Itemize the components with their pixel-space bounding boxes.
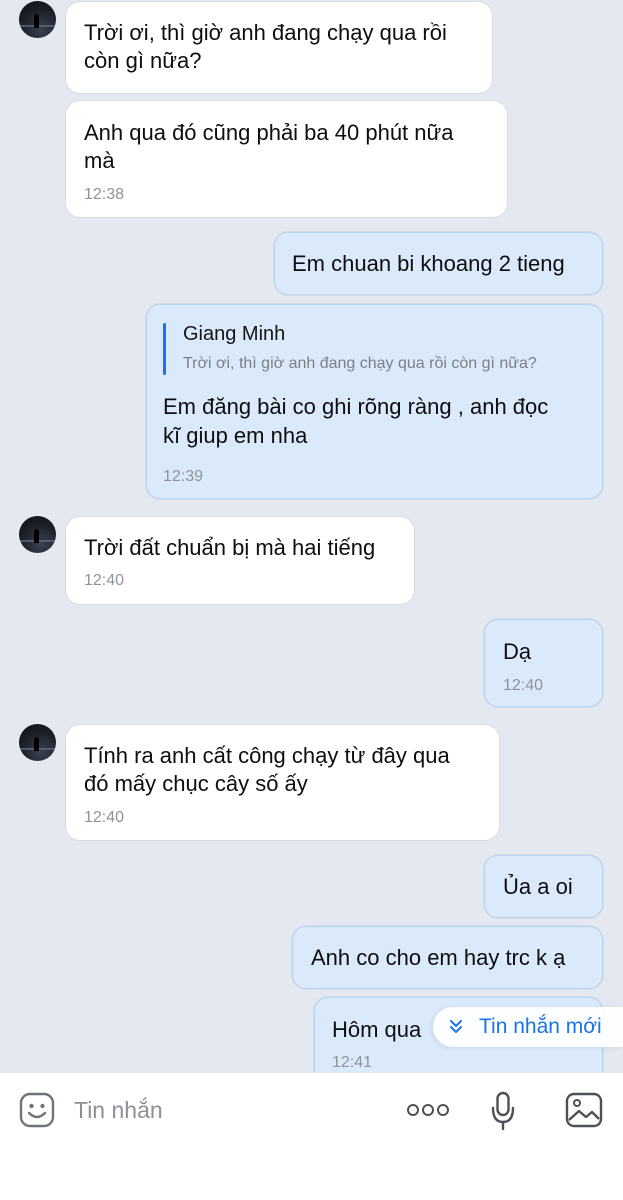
avatar[interactable] xyxy=(19,724,56,761)
message-incoming[interactable]: Trời đất chuẩn bị mà hai tiếng 12:40 xyxy=(66,517,414,604)
reply-quote-bar xyxy=(163,323,166,375)
message-text-line: kĩ giup em nha xyxy=(163,423,308,448)
message-text-line: mà xyxy=(84,148,115,173)
message-text-line: còn gì nữa? xyxy=(84,48,202,73)
message-text-line: Anh co cho em hay trc k ạ xyxy=(311,945,566,970)
new-messages-label: Tin nhắn mới xyxy=(479,1015,602,1038)
reply-sender-name: Giang Minh xyxy=(183,323,286,345)
message-time: 12:40 xyxy=(503,677,544,694)
composer-bar: Tin nhắn xyxy=(0,1072,623,1200)
message-incoming[interactable]: Trời ơi, thì giờ anh đang chạy qua rồi c… xyxy=(66,2,492,93)
message-text-line: Em chuan bi khoang 2 tieng xyxy=(292,251,565,276)
message-outgoing[interactable]: Dạ 12:40 xyxy=(484,619,603,707)
image-icon[interactable] xyxy=(565,1092,603,1133)
message-input[interactable]: Tin nhắn xyxy=(74,1097,163,1124)
chat-area[interactable]: Trời ơi, thì giờ anh đang chạy qua rồi c… xyxy=(0,0,623,1072)
message-time: 12:40 xyxy=(84,809,125,826)
new-messages-button[interactable]: Tin nhắn mới xyxy=(433,1007,623,1047)
message-outgoing[interactable]: Ủa a oi xyxy=(484,855,603,918)
message-time: 12:41 xyxy=(332,1054,373,1071)
more-icon[interactable] xyxy=(406,1103,450,1122)
message-text-line: Anh qua đó cũng phải ba 40 phút nữa xyxy=(84,120,454,145)
message-text-line: Trời ơi, thì giờ anh đang chạy qua rồi xyxy=(84,20,447,45)
sticker-icon[interactable] xyxy=(19,1092,55,1133)
message-text-line: Ủa a oi xyxy=(503,874,573,899)
message-outgoing[interactable]: Anh co cho em hay trc k ạ xyxy=(292,926,603,989)
message-text-line: Tính ra anh cất công chạy từ đây qua xyxy=(84,743,450,768)
message-text-line: Dạ xyxy=(503,639,532,664)
message-time: 12:38 xyxy=(84,186,125,203)
message-text-line: đó mấy chục cây số ấy xyxy=(84,771,308,796)
reply-quote-text: Trời ơi, thì giờ anh đang chạy qua rồi c… xyxy=(183,355,537,372)
message-text-line: Em đăng bài co ghi rõng ràng , anh đọc xyxy=(163,394,549,419)
double-chevron-down-icon xyxy=(449,1019,469,1036)
message-outgoing[interactable]: Giang Minh Trời ơi, thì giờ anh đang chạ… xyxy=(146,304,603,499)
message-incoming[interactable]: Tính ra anh cất công chạy từ đây qua đó … xyxy=(66,725,499,840)
message-time: 12:40 xyxy=(84,572,125,589)
message-text-line: Hôm qua xyxy=(332,1017,422,1042)
message-outgoing[interactable]: Em chuan bi khoang 2 tieng xyxy=(274,232,603,295)
avatar[interactable] xyxy=(19,1,56,38)
message-incoming[interactable]: Anh qua đó cũng phải ba 40 phút nữa mà 1… xyxy=(66,101,507,217)
avatar[interactable] xyxy=(19,516,56,553)
microphone-icon[interactable] xyxy=(490,1091,516,1136)
message-text-line: Trời đất chuẩn bị mà hai tiếng xyxy=(84,535,376,560)
message-time: 12:39 xyxy=(163,468,204,485)
